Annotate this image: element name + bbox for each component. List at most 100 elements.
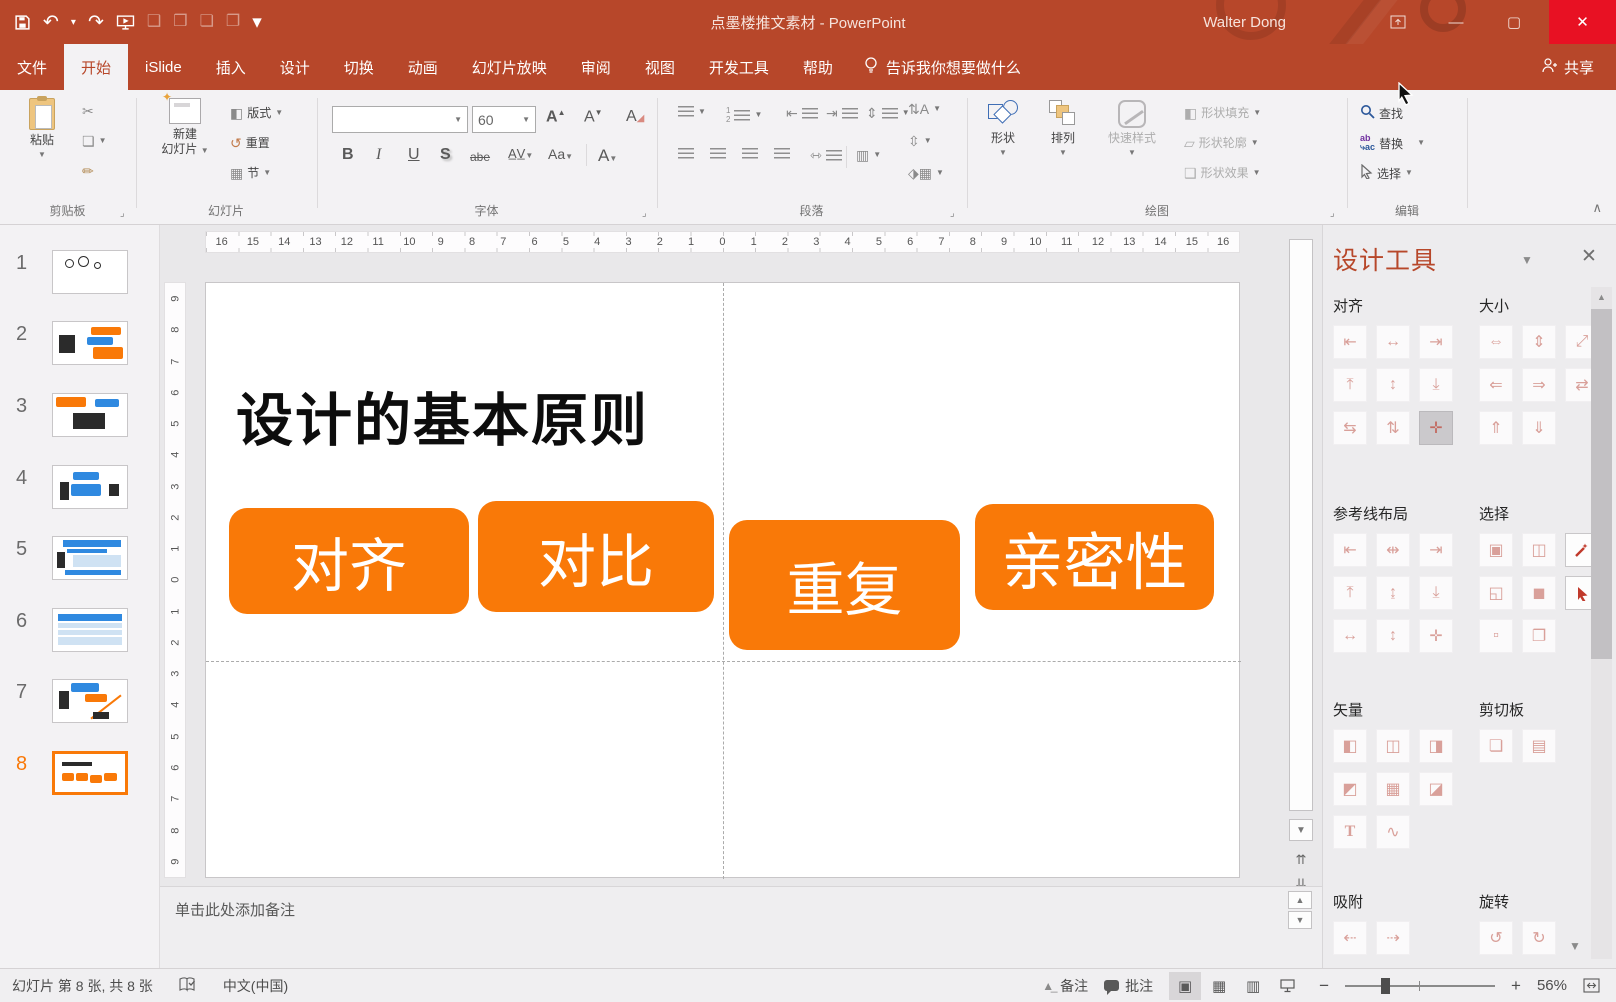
tab-insert[interactable]: 插入 [199,44,263,90]
slideshow-view-icon[interactable] [1271,972,1303,1000]
arrange-button[interactable]: 排列 ▼ [1036,100,1090,157]
slide-thumbnail-4[interactable]: 4 [0,465,160,525]
reset-button[interactable]: ↺ 重置 [230,134,270,151]
panel-dropdown-icon[interactable]: ▼ [1521,253,1533,267]
font-name-combo[interactable]: ▼ [332,106,468,133]
normal-view-icon[interactable]: ▣ [1169,971,1202,1000]
clipboard-dialog-launcher-icon[interactable]: ⌟ [120,208,125,219]
distribute-horizontal-icon[interactable]: ⇆ [1333,411,1367,445]
text-direction-button[interactable]: ⇅A ▼ [908,102,941,116]
drawing-dialog-launcher-icon[interactable]: ⌟ [1330,208,1335,219]
quick-styles-button[interactable]: 快速样式 ▼ [1096,100,1168,157]
paste-dropdown-caret[interactable]: ▼ [38,151,46,159]
shape-union-icon[interactable]: ◧ [1333,729,1367,763]
ungroup-tool-icon[interactable]: ❐ [226,14,240,30]
horizontal-ruler[interactable]: 16 15 14 13 12 11 10 9 8 7 6 5 4 3 2 1 0 1 2 3 4 5 6 7 8 9 10 11 12 1… [205,231,1240,253]
slide-thumbnail-5[interactable]: 5 [0,536,160,596]
reading-view-icon[interactable]: ▥ [1237,972,1269,1000]
guide-grid-icon[interactable]: ✛ [1419,619,1453,653]
align-text-button[interactable]: ⇳ ▼ [908,134,932,148]
group-tool-icon[interactable]: ❏ [200,14,214,30]
select-smaller-icon[interactable]: ◱ [1479,576,1513,610]
edit-points-icon[interactable]: ∿ [1376,815,1410,849]
same-height-icon[interactable]: ⇕ [1522,325,1556,359]
shape-exclude-icon[interactable]: ◩ [1333,772,1367,806]
collapse-ribbon-icon[interactable]: ∧ [1592,200,1602,216]
slide-thumbnail-8[interactable]: 8 [0,751,160,811]
shape-intersect-icon[interactable]: ◫ [1376,729,1410,763]
tab-developer[interactable]: 开发工具 [692,44,786,90]
align-left-button[interactable] [678,148,694,159]
zoom-out-button[interactable]: − [1319,976,1329,996]
distribute-vertical-icon[interactable]: ⇅ [1376,411,1410,445]
redo-icon[interactable]: ↷ [88,13,104,32]
underline-icon[interactable]: U [408,146,420,164]
slide-canvas[interactable]: 设计的基本原则 对齐 对比 重复 亲密性 [205,282,1241,879]
align-top-icon[interactable]: ⤒ [1333,368,1367,402]
format-painter-button[interactable]: ✏ [82,164,94,178]
layout-button[interactable]: ◧ 版式 ▼ [230,104,283,121]
tab-home[interactable]: 开始 [64,44,129,90]
spell-check-icon[interactable] [179,976,197,995]
stretch-left-icon[interactable]: ⇐ [1479,368,1513,402]
slide-sorter-view-icon[interactable]: ▦ [1203,972,1235,1000]
shape-effects-button[interactable]: ❑ 形状效果 ▼ [1184,164,1261,181]
panel-scroll-up-icon[interactable]: ▲ [1591,287,1612,307]
align-right-button[interactable] [742,148,758,159]
clear-formatting-icon[interactable]: A◢ [626,108,644,126]
smart-copy-icon[interactable]: ❏ [1479,729,1513,763]
align-middle-icon[interactable]: ↕ [1376,368,1410,402]
shapes-button[interactable]: 形状 ▼ [976,100,1030,157]
same-width-icon[interactable]: ⇔ [1479,325,1513,359]
panel-close-icon[interactable]: ✕ [1581,245,1597,268]
shape-outline-button[interactable]: ▱ 形状轮廓 ▼ [1184,134,1259,151]
notes-pane[interactable]: 单击此处添加备注 ▲ ▼ [160,886,1322,968]
shape-button-align[interactable]: 对齐 [229,508,469,614]
align-center-icon[interactable]: ↔ [1376,325,1410,359]
bullets-button[interactable]: ▼ [678,106,706,117]
paste-button[interactable]: 粘贴 ▼ [14,96,70,159]
shape-subtract-icon[interactable]: ◨ [1419,729,1453,763]
tab-slideshow[interactable]: 幻灯片放映 [455,44,564,90]
notes-placeholder[interactable]: 单击此处添加备注 [175,899,295,920]
select-larger-icon[interactable]: ◼ [1522,576,1556,610]
slide-number-indicator[interactable]: 幻灯片 第 8 张, 共 8 张 [12,976,153,996]
panel-scroll-down-icon[interactable]: ▼ [1569,939,1581,953]
shape-button-proximity[interactable]: 亲密性 [975,504,1214,610]
rotate-right-icon[interactable]: ↻ [1522,921,1556,955]
numbering-button[interactable]: 1 2 ▼ [726,106,762,124]
vertical-ruler[interactable]: 9 8 7 6 5 4 3 2 1 0 1 2 3 4 5 6 7 8 9 [164,282,186,878]
frame-tool-icon[interactable]: ❑ [147,14,161,30]
share-button[interactable]: 共享 [1520,44,1616,90]
align-right-icon[interactable]: ⇥ [1419,325,1453,359]
minimize-icon[interactable]: — [1433,0,1479,44]
zoom-slider[interactable] [1345,977,1496,994]
align-left-icon[interactable]: ⇤ [1333,325,1367,359]
shape-button-repeat[interactable]: 重复 [729,520,960,650]
save-icon[interactable] [14,14,31,31]
font-size-combo[interactable]: 60 ▼ [472,106,536,133]
change-case-icon[interactable]: Aa▼ [548,146,573,162]
notes-toggle-button[interactable]: ▲̲ 备注 [1042,976,1088,996]
replace-button[interactable]: ab ⤷ac 替换 ▼ [1360,134,1425,152]
slide-thumbnail-7[interactable]: 7 [0,679,160,739]
copy-button[interactable]: ❏ ▼ [82,134,106,148]
vertical-guide[interactable] [723,283,724,879]
stretch-bottom-icon[interactable]: ⇓ [1522,411,1556,445]
tab-animations[interactable]: 动画 [391,44,455,90]
tab-help[interactable]: 帮助 [786,44,850,90]
panel-scrollbar-thumb[interactable] [1591,309,1612,659]
strikethrough-icon[interactable]: abe [470,150,490,164]
select-same-format-icon[interactable]: ▣ [1479,533,1513,567]
notes-scroll-up-icon[interactable]: ▲ [1288,891,1312,909]
decrease-indent-button[interactable]: ⇤ [786,106,818,120]
scrollbar-thumb[interactable] [1289,239,1313,811]
select-small-objects-icon[interactable]: ▫ [1479,619,1513,653]
slide-title-text[interactable]: 设计的基本原则 [236,375,649,457]
guide-center-horizontal-icon[interactable]: ⇹ [1376,533,1410,567]
slide-thumbnail-1[interactable]: 1 [0,250,160,310]
tab-islide[interactable]: iSlide [128,44,199,90]
slide-thumbnail-3[interactable]: 3 [0,393,160,453]
font-dialog-launcher-icon[interactable]: ⌟ [642,208,647,219]
align-center-button[interactable] [710,148,726,159]
